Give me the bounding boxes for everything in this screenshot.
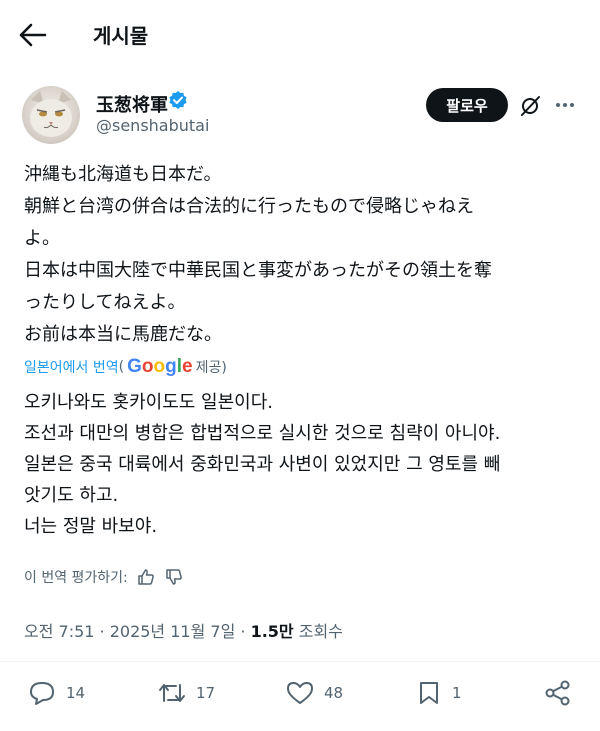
view-count-label: 조회수 (293, 622, 343, 641)
verified-badge-icon (169, 91, 187, 109)
arrow-left-icon[interactable] (18, 22, 48, 48)
translation-line: 앗기도 하고. (24, 485, 119, 506)
rate-translation: 이 번역 평가하기: (24, 567, 184, 587)
action-bar: 14 17 48 1 (0, 680, 600, 710)
author-handle[interactable]: @senshabutai (96, 116, 209, 135)
author-row: 玉葱将軍 @senshabutai 팔로우 (0, 68, 600, 148)
post-line: 沖縄も北海道も日本だ。 (24, 164, 222, 185)
reply-button[interactable]: 14 (28, 680, 85, 706)
share-icon (545, 680, 570, 706)
thumbs-down-icon[interactable] (164, 567, 184, 587)
like-count: 48 (324, 684, 344, 702)
translation-line: 일본은 중국 대륙에서 중화민국과 사변이 있었지만 그 영토를 빼 (24, 454, 501, 475)
thumbs-up-icon[interactable] (136, 567, 156, 587)
view-count: 1.5만 (250, 622, 294, 641)
post-timestamp[interactable]: 오전 7:51 · 2025년 11월 7일 · (24, 622, 251, 641)
repost-icon (159, 684, 185, 702)
like-button[interactable]: 48 (286, 680, 343, 706)
translation-attribution: 일본어에서 번역 ( Google 제공) (24, 356, 227, 378)
follow-button[interactable]: 팔로우 (426, 88, 508, 122)
bookmark-icon (420, 682, 438, 704)
author-name[interactable]: 玉葱将軍 (96, 91, 168, 117)
reply-count: 14 (66, 684, 86, 702)
reply-icon (30, 682, 54, 705)
share-button[interactable] (544, 680, 582, 706)
heart-icon (287, 682, 313, 704)
bookmark-button[interactable]: 1 (416, 680, 462, 706)
post-line: よ。 (24, 228, 60, 249)
translation-source-link[interactable]: 일본어에서 번역 (24, 357, 119, 377)
avatar[interactable] (22, 86, 80, 144)
post-line: 朝鮮と台湾の併合は合法的に行ったもので侵略じゃねえ (24, 196, 474, 217)
post-text: 沖縄も北海道も日本だ。 朝鮮と台湾の併合は合法的に行ったもので侵略じゃねえ よ。… (24, 159, 584, 351)
page-title: 게시물 (93, 24, 149, 48)
more-options-icon[interactable] (554, 94, 576, 116)
translation-line: 조선과 대만의 병합은 합법적으로 실시한 것으로 침략이 아니야. (24, 423, 501, 444)
repost-button[interactable]: 17 (158, 680, 215, 706)
translated-text: 오키나와도 홋카이도도 일본이다. 조선과 대만의 병합은 합법적으로 실시한 … (24, 387, 584, 542)
translation-suffix: 제공) (195, 360, 227, 376)
post-metadata: 오전 7:51 · 2025년 11월 7일 · 1.5만 조회수 (24, 618, 343, 642)
google-logo: Google (127, 356, 193, 377)
top-bar: 게시물 (0, 0, 600, 68)
repost-count: 17 (196, 684, 216, 702)
cat-avatar-image (30, 91, 72, 137)
divider (0, 661, 600, 662)
post-line: ったりしてねえよ。 (24, 292, 186, 313)
translation-line: 너는 정말 바보야. (24, 516, 158, 537)
paren-open: ( (118, 359, 125, 375)
rate-translation-label: 이 번역 평가하기: (24, 570, 128, 586)
post-line: 日本は中国大陸で中華民国と事変があったがその領土を奪 (24, 260, 492, 281)
grok-icon[interactable] (519, 95, 541, 117)
post-line: お前は本当に馬鹿だな。 (24, 324, 222, 345)
bookmark-count: 1 (452, 684, 462, 702)
translation-line: 오키나와도 홋카이도도 일본이다. (24, 392, 274, 413)
